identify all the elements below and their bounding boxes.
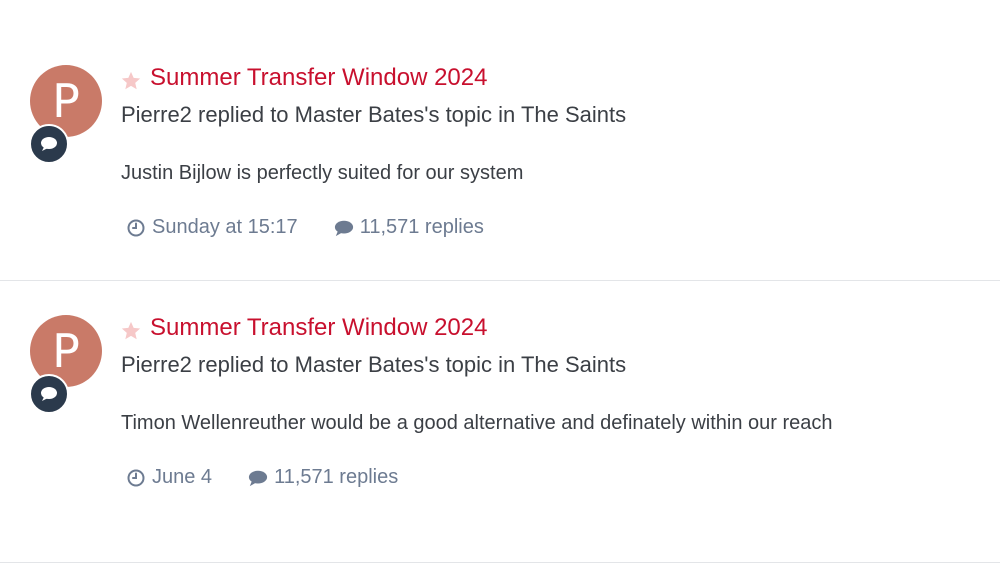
replies-link[interactable]: 11,571 replies	[248, 466, 398, 489]
activity-description: Pierre2 replied to Master Bates's topic …	[121, 352, 627, 377]
star-icon[interactable]	[120, 320, 142, 342]
activity-item: P Summer Transfer Window 2024 Pierre2 re…	[0, 280, 1000, 530]
comment-icon	[334, 220, 353, 236]
post-snippet: Timon Wellenreuther would be a good alte…	[121, 412, 833, 434]
topic-title-link[interactable]: Summer Transfer Window 2024	[150, 64, 487, 92]
replies-link[interactable]: 11,571 replies	[334, 216, 484, 239]
activity-description: Pierre2 replied to Master Bates's topic …	[121, 102, 627, 127]
speech-bubble-icon	[29, 124, 69, 164]
topic-title-link[interactable]: Summer Transfer Window 2024	[150, 314, 487, 342]
star-icon[interactable]	[120, 70, 142, 92]
activity-item: P Summer Transfer Window 2024 Pierre2 re…	[0, 30, 1000, 280]
item-meta: Sunday at 15:17 11,571 replies	[126, 216, 484, 239]
timestamp: June 4	[126, 466, 212, 489]
timestamp: Sunday at 15:17	[126, 216, 298, 239]
post-snippet: Justin Bijlow is perfectly suited for ou…	[121, 162, 524, 184]
speech-bubble-icon	[29, 374, 69, 414]
item-meta: June 4 11,571 replies	[126, 466, 398, 489]
replies-count: 11,571 replies	[274, 466, 399, 488]
clock-icon	[127, 219, 145, 236]
activity-feed: P Summer Transfer Window 2024 Pierre2 re…	[0, 0, 1000, 563]
replies-count: 11,571 replies	[359, 216, 484, 238]
comment-icon	[248, 470, 268, 486]
timestamp-text: Sunday at 15:17	[152, 216, 298, 238]
timestamp-text: June 4	[152, 466, 213, 488]
clock-icon	[127, 469, 145, 486]
